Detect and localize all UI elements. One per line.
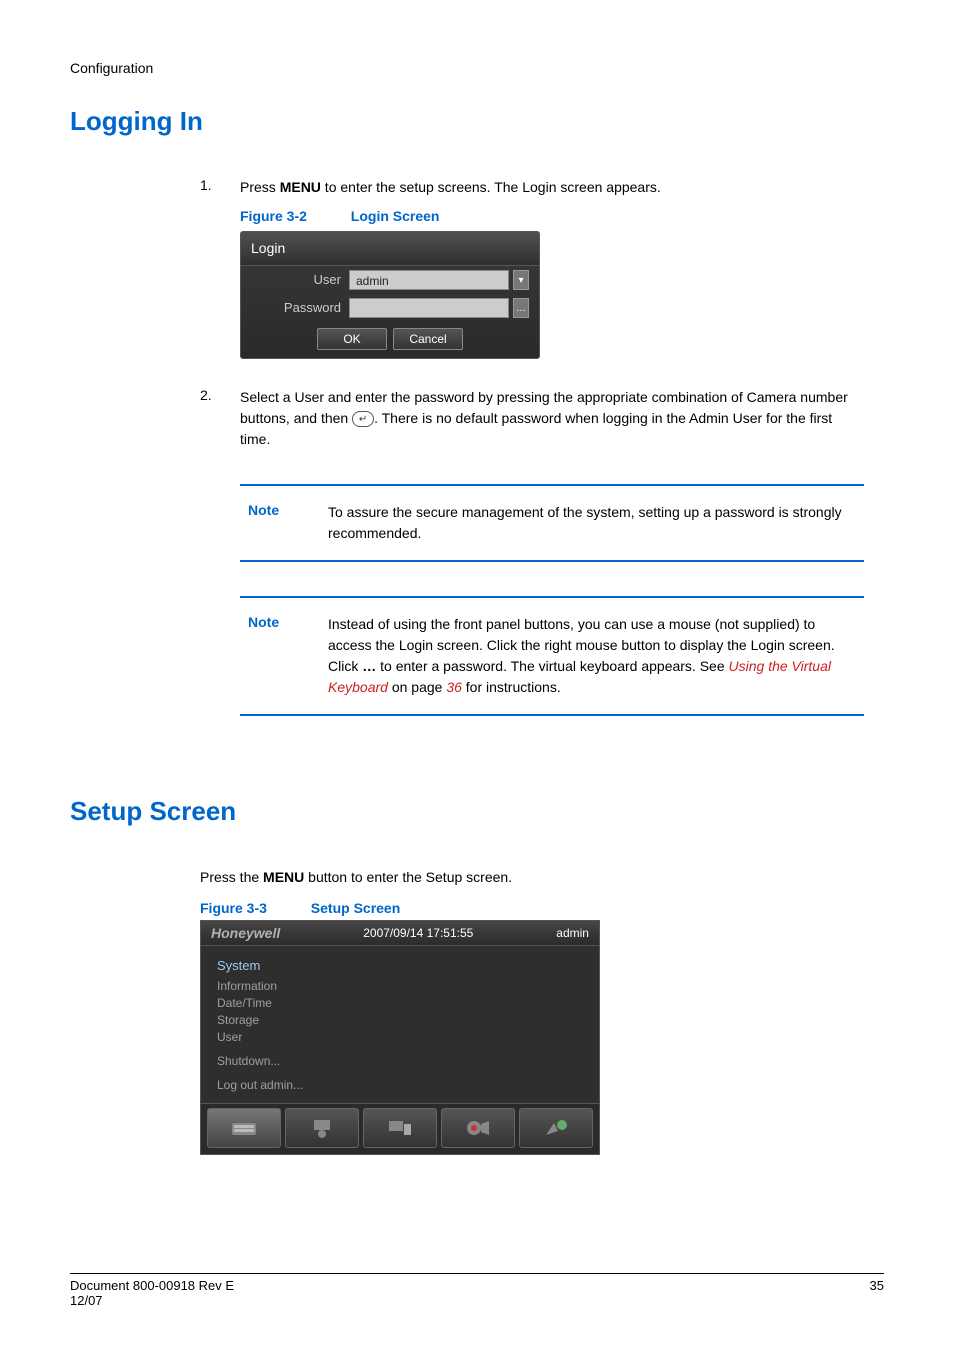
figure-title: Login Screen <box>351 208 440 224</box>
step-2: 2. Select a User and enter the password … <box>200 387 864 450</box>
text: for instructions. <box>462 679 561 695</box>
tab-devices[interactable] <box>363 1108 437 1148</box>
figure-number: Figure 3-3 <box>200 900 267 916</box>
menu-item-logout[interactable]: Log out admin... <box>217 1078 583 1092</box>
password-input[interactable] <box>349 298 509 318</box>
dots: … <box>362 658 376 674</box>
tab-system[interactable] <box>207 1108 281 1148</box>
heading-logging-in: Logging In <box>70 106 884 137</box>
keyboard-button[interactable]: … <box>513 298 529 318</box>
password-label: Password <box>251 298 341 318</box>
doc-date: 12/07 <box>70 1293 234 1308</box>
user-select[interactable]: admin <box>349 270 509 290</box>
menu-bold: MENU <box>263 869 304 885</box>
event-icon <box>542 1117 570 1139</box>
network-icon <box>308 1117 336 1139</box>
page-ref[interactable]: 36 <box>446 679 462 695</box>
figure-3-2-caption: Figure 3-2 Login Screen <box>240 206 864 227</box>
text: on page <box>388 679 446 695</box>
footer-left: Document 800-00918 Rev E 12/07 <box>70 1278 234 1308</box>
text: to enter the setup screens. The Login sc… <box>321 179 661 195</box>
menu-item-user[interactable]: User <box>217 1030 583 1044</box>
note-block-2: Note Instead of using the front panel bu… <box>240 596 864 716</box>
setup-dialog: Honeywell 2007/09/14 17:51:55 admin Syst… <box>200 920 600 1155</box>
setup-intro: Press the MENU button to enter the Setup… <box>200 867 864 888</box>
ok-button[interactable]: OK <box>317 328 387 350</box>
user-dropdown-icon[interactable]: ▾ <box>513 270 529 290</box>
datetime-label: 2007/09/14 17:51:55 <box>363 926 473 940</box>
setup-tabs <box>201 1103 599 1154</box>
figure-3-3-caption: Figure 3-3 Setup Screen <box>200 900 864 916</box>
step-1: 1. Press MENU to enter the setup screens… <box>200 177 864 373</box>
note-label: Note <box>248 614 298 698</box>
current-user: admin <box>556 926 589 940</box>
user-label: User <box>251 270 341 290</box>
menu-item-storage[interactable]: Storage <box>217 1013 583 1027</box>
running-header: Configuration <box>70 60 884 76</box>
note-text: To assure the secure management of the s… <box>328 502 856 544</box>
menu-item-datetime[interactable]: Date/Time <box>217 996 583 1010</box>
menu-bold: MENU <box>280 179 321 195</box>
page-footer: Document 800-00918 Rev E 12/07 35 <box>70 1273 884 1308</box>
text: to enter a password. The virtual keyboar… <box>376 658 728 674</box>
cancel-button[interactable]: Cancel <box>393 328 463 350</box>
step-number: 2. <box>200 387 240 450</box>
login-dialog: Login User admin ▾ Password … OK <box>240 231 540 359</box>
text: button to enter the Setup screen. <box>304 869 512 885</box>
menu-head-system[interactable]: System <box>217 958 583 973</box>
page-number: 35 <box>870 1278 884 1308</box>
note-text: Instead of using the front panel buttons… <box>328 614 856 698</box>
note-block-1: Note To assure the secure management of … <box>240 484 864 562</box>
login-dialog-title: Login <box>241 232 539 266</box>
tab-event[interactable] <box>519 1108 593 1148</box>
record-icon <box>464 1117 492 1139</box>
menu-item-shutdown[interactable]: Shutdown... <box>217 1054 583 1068</box>
note-label: Note <box>248 502 298 544</box>
step-number: 1. <box>200 177 240 373</box>
step-text: Select a User and enter the password by … <box>240 387 864 450</box>
text: Press the <box>200 869 263 885</box>
doc-id: Document 800-00918 Rev E <box>70 1278 234 1293</box>
heading-setup-screen: Setup Screen <box>70 796 884 827</box>
text: Press <box>240 179 280 195</box>
tab-network[interactable] <box>285 1108 359 1148</box>
enter-icon: ↵ <box>352 411 374 427</box>
devices-icon <box>386 1117 414 1139</box>
menu-item-information[interactable]: Information <box>217 979 583 993</box>
setup-menu: System Information Date/Time Storage Use… <box>201 946 599 1103</box>
system-icon <box>230 1117 258 1139</box>
tab-record[interactable] <box>441 1108 515 1148</box>
step-text: Press MENU to enter the setup screens. T… <box>240 177 864 373</box>
figure-number: Figure 3-2 <box>240 208 307 224</box>
figure-title: Setup Screen <box>311 900 400 916</box>
honeywell-logo: Honeywell <box>211 925 280 941</box>
